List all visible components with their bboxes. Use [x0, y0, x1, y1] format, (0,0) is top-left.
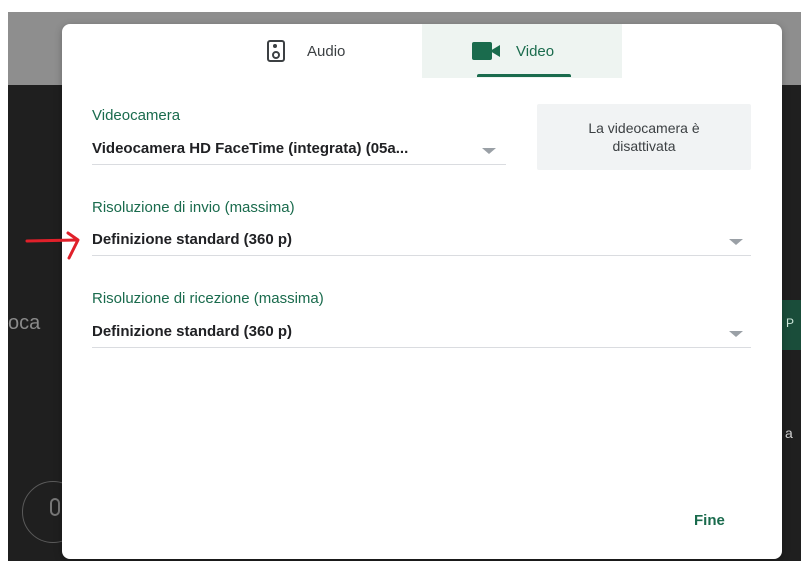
camera-select-value: Videocamera HD FaceTime (integrata) (05a…	[92, 140, 409, 157]
microphone-icon	[50, 498, 60, 516]
annotation-arrow-icon	[25, 231, 80, 260]
receive-resolution-select[interactable]: Definizione standard (360 p)	[92, 317, 751, 348]
camera-select[interactable]: Videocamera HD FaceTime (integrata) (05a…	[92, 134, 506, 165]
settings-dialog: Audio Video Videocamera Videocamera HD F…	[62, 24, 782, 559]
background-partial-text-right: a	[785, 425, 793, 441]
camera-preview-text: La videocamera è disattivata	[588, 120, 700, 154]
send-resolution-value: Definizione standard (360 p)	[92, 231, 293, 248]
camera-label: Videocamera	[92, 107, 181, 124]
speaker-icon	[267, 40, 285, 62]
chevron-down-icon	[482, 148, 496, 154]
tab-video[interactable]: Video	[422, 24, 622, 78]
chevron-down-icon	[729, 239, 743, 245]
receive-resolution-label: Risoluzione di ricezione (massima)	[92, 290, 324, 307]
background-partial-text: oca	[8, 312, 41, 334]
done-button[interactable]: Fine	[682, 504, 737, 537]
tab-selected-indicator	[477, 74, 571, 77]
send-resolution-label: Risoluzione di invio (massima)	[92, 199, 295, 216]
tab-audio-label: Audio	[307, 42, 346, 60]
video-camera-icon	[472, 42, 500, 60]
background-action-button[interactable]: P	[780, 300, 801, 350]
send-resolution-select[interactable]: Definizione standard (360 p)	[92, 225, 751, 256]
receive-resolution-value: Definizione standard (360 p)	[92, 323, 293, 340]
tab-video-label: Video	[516, 42, 555, 60]
tab-audio[interactable]: Audio	[267, 24, 345, 78]
background-action-button-label: P	[786, 316, 795, 330]
chevron-down-icon	[729, 331, 743, 337]
camera-preview: La videocamera è disattivata	[537, 104, 751, 170]
